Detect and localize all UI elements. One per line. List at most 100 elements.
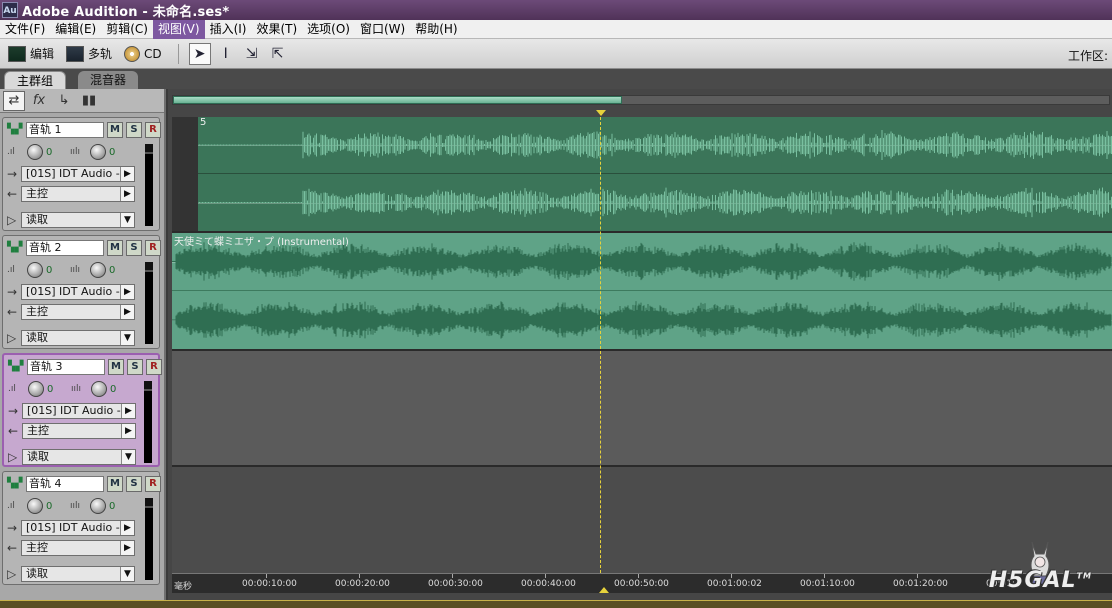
scrub-tool[interactable]: ⇱: [267, 43, 289, 65]
output-select[interactable]: 主控 ▶: [21, 540, 135, 556]
input-arrow-icon: →: [7, 285, 18, 299]
track-lane-2[interactable]: 天使ミて蝶ミエザ・プ (Instrumental): [172, 233, 1112, 351]
volume-knob[interactable]: [27, 498, 43, 514]
expand-triangle-icon[interactable]: ▷: [7, 213, 21, 227]
cd-view-button[interactable]: CD: [120, 43, 166, 65]
chevron-down-icon: ▼: [121, 450, 135, 464]
effects-button[interactable]: fx: [28, 91, 50, 111]
edit-view-button[interactable]: 编辑: [4, 43, 58, 65]
volume-knob[interactable]: [27, 144, 43, 160]
mute-button[interactable]: M: [108, 359, 124, 375]
pan-icon: ıılı: [70, 501, 81, 511]
menu-window[interactable]: 窗口(W): [355, 20, 410, 39]
menu-file[interactable]: 文件(F): [0, 20, 50, 39]
timeline-ruler[interactable]: 毫秒 00:00:10:00 00:00:20:00 00:00:30:00 00:0…: [172, 573, 1112, 593]
pan-knob[interactable]: [90, 262, 106, 278]
pan-knob[interactable]: [90, 144, 106, 160]
track-lane-3[interactable]: [172, 351, 1112, 467]
volume-value[interactable]: 0: [46, 147, 70, 158]
eq-button[interactable]: ▮▮: [78, 91, 100, 111]
solo-button[interactable]: S: [127, 359, 143, 375]
mute-button[interactable]: M: [107, 476, 123, 492]
volume-value[interactable]: 0: [47, 384, 71, 395]
track-name-field[interactable]: 音轨 3: [27, 359, 105, 375]
volume-value[interactable]: 0: [46, 265, 70, 276]
ruler-tick-mark: [545, 574, 546, 578]
input-select-value: [01S] IDT Audio -: [26, 521, 120, 534]
mute-button[interactable]: M: [107, 240, 123, 256]
track-control-1[interactable]: ▚▞ 音轨 1 M S R .ıl 0 ıılı 0 → [01S] IDT Audio - ▶ ← 主控…: [2, 117, 161, 231]
record-arm-button[interactable]: R: [145, 476, 161, 492]
pan-value[interactable]: 0: [109, 501, 133, 512]
session-overview-bar[interactable]: [172, 95, 1110, 105]
menu-options[interactable]: 选项(O): [302, 20, 355, 39]
chevron-right-icon: ▶: [121, 424, 135, 438]
track-level-meter: [144, 381, 152, 463]
menu-clip[interactable]: 剪辑(C): [101, 20, 153, 39]
volume-value[interactable]: 0: [46, 501, 70, 512]
menu-effects[interactable]: 效果(T): [251, 20, 302, 39]
solo-button[interactable]: S: [126, 122, 142, 138]
track-name-field[interactable]: 音轨 2: [26, 240, 104, 256]
volume-knob[interactable]: [27, 262, 43, 278]
track-name-field[interactable]: 音轨 4: [26, 476, 104, 492]
sends-icon: ↳: [58, 93, 70, 108]
toolbar-separator: [177, 43, 179, 64]
expand-triangle-icon[interactable]: ▷: [7, 331, 21, 345]
record-arm-button[interactable]: R: [146, 359, 162, 375]
track-lane-4[interactable]: [172, 467, 1112, 573]
input-select[interactable]: [01S] IDT Audio - ▶: [21, 520, 135, 536]
track-control-4[interactable]: ▚▞ 音轨 4 M S R .ıl 0 ıılı 0 → [01S] IDT Audio - ▶ ← 主控…: [2, 471, 161, 585]
output-select[interactable]: 主控 ▶: [21, 186, 135, 202]
input-select[interactable]: [01S] IDT Audio - ▶: [22, 403, 136, 419]
output-arrow-icon: ←: [7, 541, 18, 555]
menu-help[interactable]: 帮助(H): [410, 20, 462, 39]
multitrack-view-button[interactable]: 多轨: [62, 43, 116, 65]
hybrid-tool[interactable]: ⇲: [241, 43, 263, 65]
track-control-3[interactable]: ▚▞ 音轨 3 M S R .ıl 0 ıılı 0 → [01S] IDT Audio - ▶ ← 主控…: [2, 353, 162, 467]
mute-button[interactable]: M: [107, 122, 123, 138]
pan-value[interactable]: 0: [109, 265, 133, 276]
record-arm-button[interactable]: R: [145, 240, 161, 256]
playhead-bottom-marker-icon[interactable]: [599, 587, 609, 593]
record-arm-button[interactable]: R: [145, 122, 161, 138]
workspace-label: 工作区:: [1067, 49, 1108, 63]
inputs-outputs-button[interactable]: ⇄: [3, 90, 25, 111]
automation-select[interactable]: 读取 ▼: [21, 212, 135, 228]
ruler-tick-mark: [266, 574, 267, 578]
ruler-tick-label: 00:00:20:00: [335, 579, 390, 589]
volume-knob[interactable]: [28, 381, 44, 397]
menu-view[interactable]: 视图(V): [152, 19, 205, 39]
audio-clip-1[interactable]: 5: [198, 117, 1112, 231]
playhead-line[interactable]: [600, 117, 601, 573]
automation-select[interactable]: 读取 ▼: [22, 449, 136, 465]
input-select[interactable]: [01S] IDT Audio - ▶: [21, 284, 135, 300]
track-lane-1[interactable]: 5: [172, 117, 1112, 233]
pan-knob[interactable]: [91, 381, 107, 397]
time-selection-tool[interactable]: Ι: [215, 43, 237, 65]
expand-triangle-icon[interactable]: ▷: [8, 450, 22, 464]
playhead-top-marker-icon[interactable]: [596, 110, 606, 116]
solo-button[interactable]: S: [126, 240, 142, 256]
move-copy-tool[interactable]: ➤: [188, 42, 211, 65]
audio-clip-2[interactable]: 天使ミて蝶ミエザ・プ (Instrumental): [172, 233, 1112, 349]
automation-select[interactable]: 读取 ▼: [21, 330, 135, 346]
automation-select[interactable]: 读取 ▼: [21, 566, 135, 582]
tab-mixer[interactable]: 混音器: [78, 71, 139, 89]
menu-edit[interactable]: 编辑(E): [50, 20, 101, 39]
input-select[interactable]: [01S] IDT Audio - ▶: [21, 166, 135, 182]
visible-range-indicator[interactable]: [173, 96, 623, 104]
tab-main-group[interactable]: 主群组: [4, 71, 67, 89]
expand-triangle-icon[interactable]: ▷: [7, 567, 21, 581]
track-name-field[interactable]: 音轨 1: [26, 122, 104, 138]
audition-app-icon: Au: [2, 2, 18, 18]
output-select[interactable]: 主控 ▶: [22, 423, 136, 439]
pan-knob[interactable]: [90, 498, 106, 514]
menu-insert[interactable]: 插入(I): [205, 20, 252, 39]
solo-button[interactable]: S: [126, 476, 142, 492]
output-select[interactable]: 主控 ▶: [21, 304, 135, 320]
pan-value[interactable]: 0: [110, 384, 134, 395]
pan-value[interactable]: 0: [109, 147, 133, 158]
sends-button[interactable]: ↳: [53, 91, 75, 111]
track-control-2[interactable]: ▚▞ 音轨 2 M S R .ıl 0 ıılı 0 → [01S] IDT Audio - ▶ ← 主控…: [2, 235, 161, 349]
